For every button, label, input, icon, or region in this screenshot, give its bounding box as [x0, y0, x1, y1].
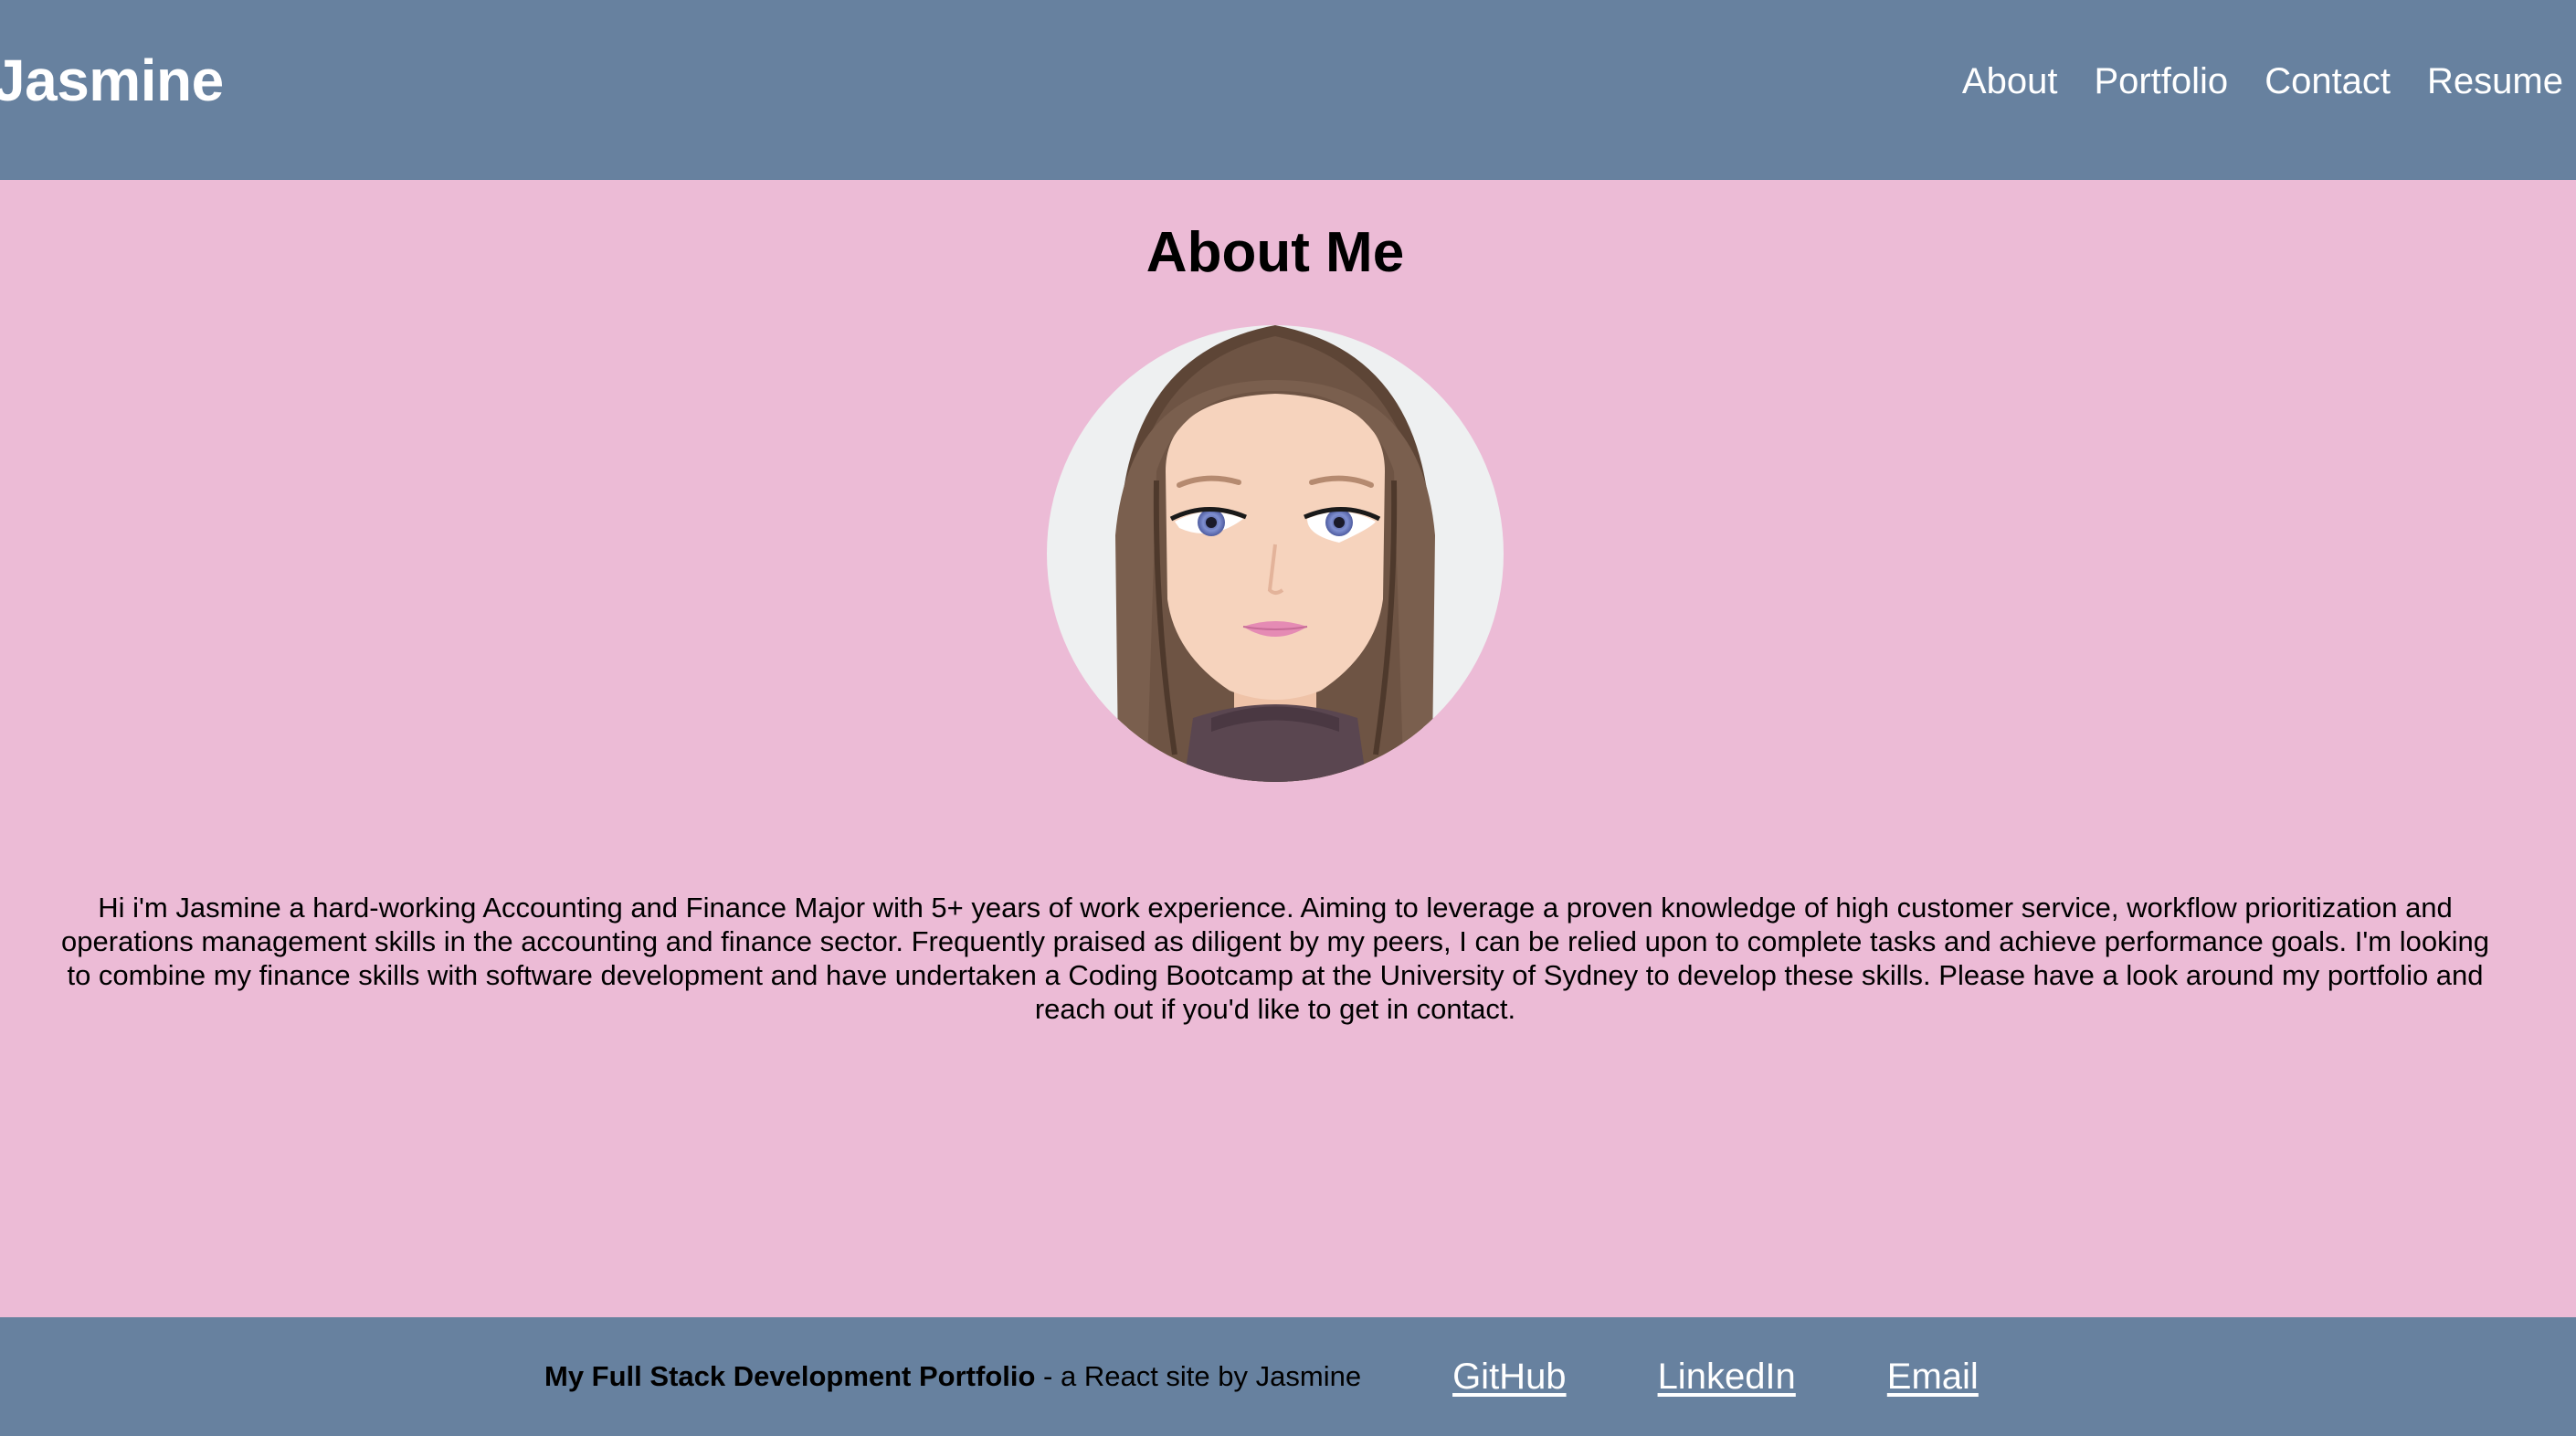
footer-links: GitHub LinkedIn Email: [1452, 1357, 1979, 1398]
female-avatar-icon: [1047, 325, 1504, 782]
bio-paragraph: Hi i'm Jasmine a hard-working Accounting…: [61, 892, 2489, 1025]
site-header: Jasmine About Portfolio Contact Resume: [0, 0, 2576, 180]
brand-name[interactable]: Jasmine: [0, 41, 224, 120]
main-nav: About Portfolio Contact Resume: [1962, 55, 2563, 108]
nav-about[interactable]: About: [1962, 55, 2058, 108]
avatar: [1047, 325, 1504, 782]
footer-content: My Full Stack Development Portfolio - a …: [544, 1349, 1979, 1404]
site-footer: My Full Stack Development Portfolio - a …: [0, 1317, 2576, 1436]
nav-resume[interactable]: Resume: [2427, 55, 2563, 108]
footer-link-linkedin[interactable]: LinkedIn: [1658, 1357, 1796, 1398]
footer-tagline: My Full Stack Development Portfolio - a …: [544, 1360, 1361, 1393]
footer-tagline-bold: My Full Stack Development Portfolio: [544, 1360, 1036, 1392]
footer-link-email[interactable]: Email: [1887, 1357, 1979, 1398]
page-title: About Me: [1145, 221, 1405, 284]
nav-portfolio[interactable]: Portfolio: [2094, 55, 2228, 108]
footer-link-github[interactable]: GitHub: [1452, 1357, 1567, 1398]
footer-tagline-rest: - a React site by Jasmine: [1035, 1360, 1362, 1392]
nav-contact[interactable]: Contact: [2265, 55, 2391, 108]
